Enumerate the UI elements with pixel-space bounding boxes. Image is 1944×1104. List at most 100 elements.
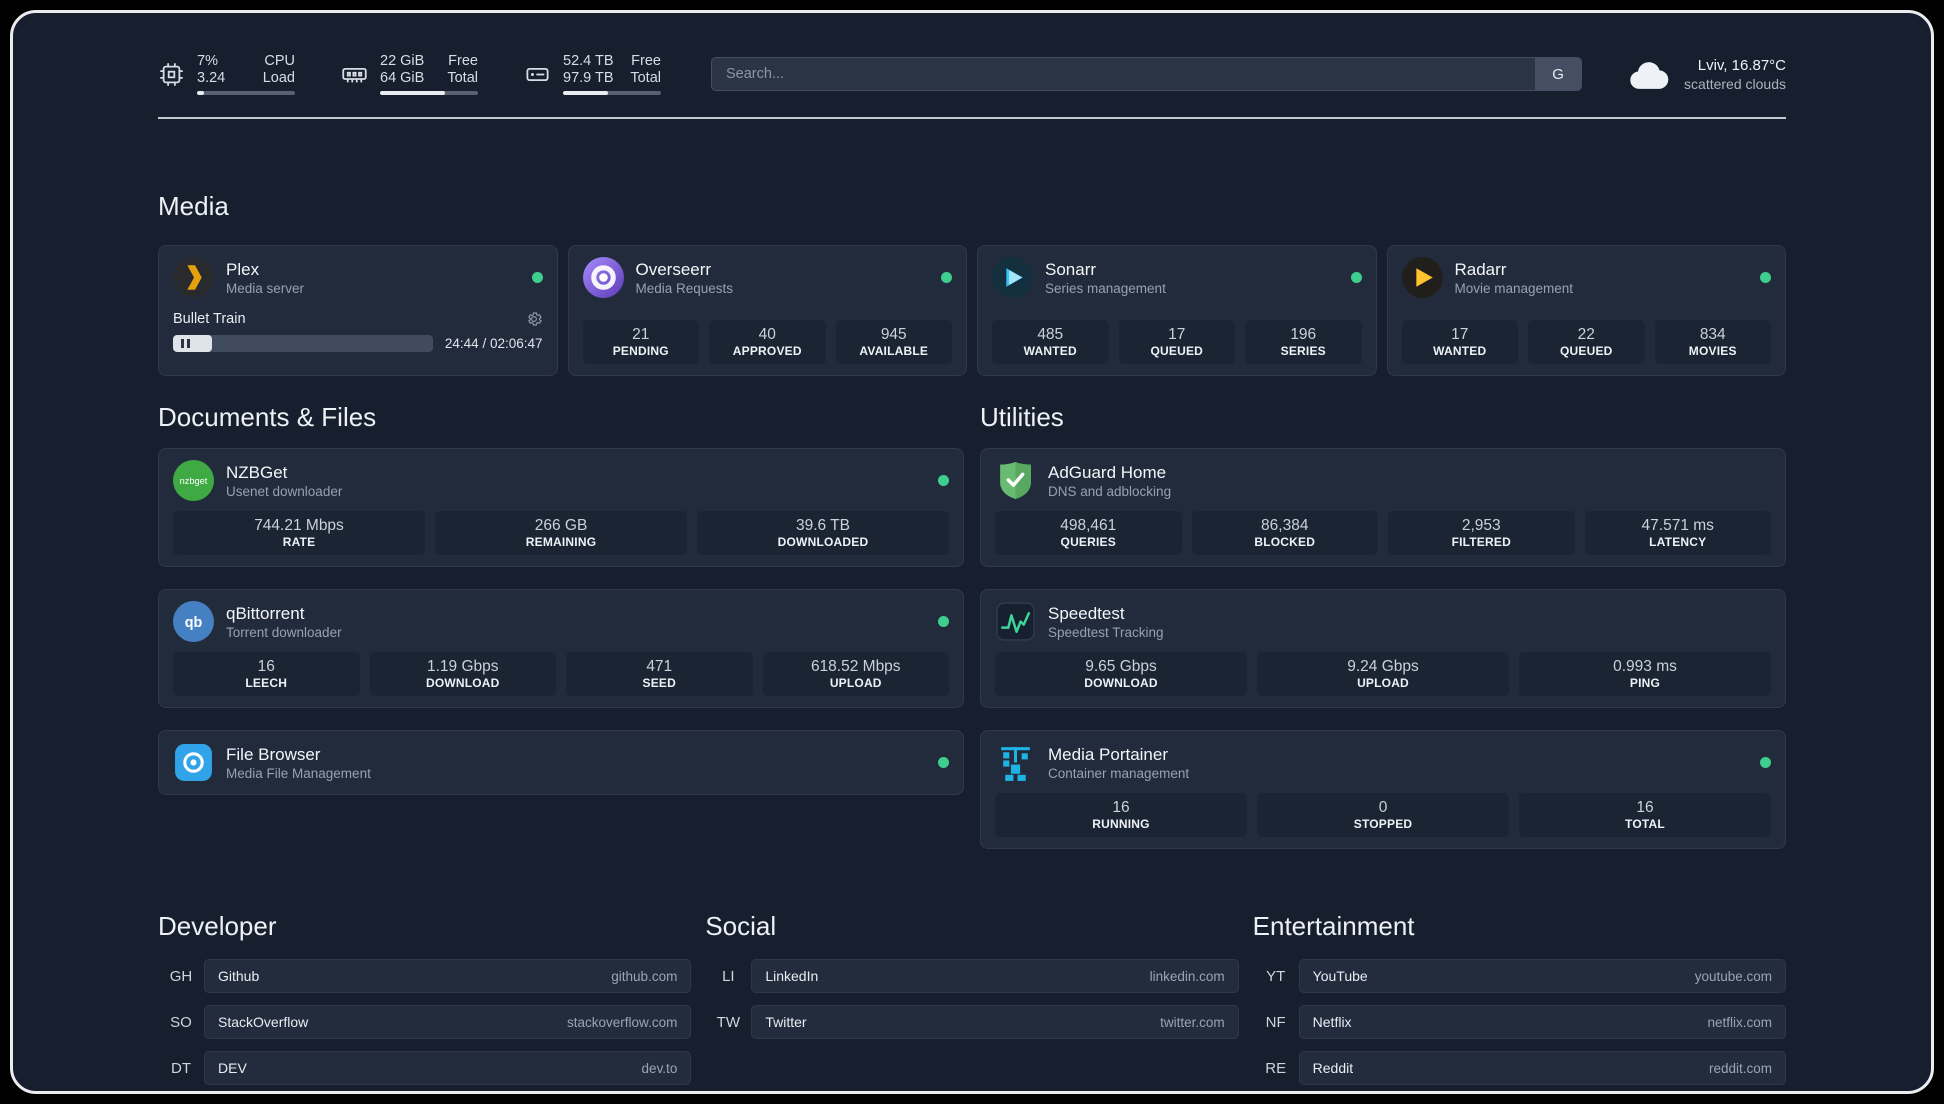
- bookmark-abbr: NF: [1265, 1013, 1286, 1031]
- stat-box: 0.993 ms PING: [1519, 652, 1771, 696]
- svg-text:qb: qb: [185, 615, 203, 631]
- service-description: Media Requests: [635, 280, 734, 296]
- service-card-adguard[interactable]: AdGuard Home DNS and adblocking 498,461 Q…: [980, 448, 1786, 567]
- bookmark-abbr: GH: [169, 967, 193, 985]
- stat-box: 39.6 TB DOWNLOADED: [697, 511, 949, 555]
- stat-box: 40 APPROVED: [709, 320, 826, 364]
- bookmark-row: TW Twitter twitter.com: [705, 1005, 1239, 1039]
- stat-box: 17 WANTED: [1401, 320, 1518, 364]
- cpu-label: CPU: [264, 53, 295, 69]
- service-card-speedtest[interactable]: Speedtest Speedtest Tracking 9.65 Gbps DO…: [980, 589, 1786, 708]
- bookmark-link-stackoverflow[interactable]: StackOverflow stackoverflow.com: [204, 1005, 692, 1039]
- section-title-social: Social: [705, 911, 777, 941]
- now-playing-title: Bullet Train: [173, 311, 246, 327]
- stat-box: 834 MOVIES: [1654, 320, 1771, 364]
- memory-widget: 22 GiB Free 64 GiB Total: [341, 53, 478, 95]
- playback-time: 24:44 / 02:06:47: [444, 336, 543, 351]
- nzbget-icon: nzbget: [173, 460, 214, 501]
- bookmark-abbr: SO: [170, 1013, 192, 1031]
- search-input[interactable]: [712, 58, 1536, 90]
- bookmark-link-github[interactable]: Github github.com: [204, 959, 692, 993]
- top-bar: 7% CPU 3.24 Load 22 GiB Free 64 GiB Total 52…: [158, 13, 1786, 95]
- stat-box: 196 SERIES: [1245, 320, 1362, 364]
- hdd-icon: [524, 61, 551, 88]
- status-indicator: [1350, 272, 1362, 283]
- bookmark-link-netflix[interactable]: Netflix netflix.com: [1298, 1005, 1786, 1039]
- stat-box: 9.65 Gbps DOWNLOAD: [995, 652, 1247, 696]
- playback-progress-bar[interactable]: [173, 335, 433, 352]
- service-card-overseerr[interactable]: Overseerr Media Requests 21 PENDING 40 APP…: [567, 245, 967, 376]
- service-name: NZBGet: [226, 462, 288, 482]
- service-description: Speedtest Tracking: [1048, 624, 1164, 640]
- portainer-icon: [995, 742, 1036, 783]
- service-card-plex[interactable]: Plex Media server Bullet Train 24:44 / 0…: [158, 245, 558, 376]
- bookmark-link-linkedin[interactable]: LinkedIn linkedin.com: [751, 959, 1239, 993]
- memory-total: 64 GiB: [380, 70, 425, 86]
- media-card-grid: Plex Media server Bullet Train 24:44 / 0…: [158, 245, 1786, 376]
- cpu-load: 3.24: [197, 70, 226, 86]
- radarr-icon: [1401, 257, 1443, 298]
- stat-box: 17 QUEUED: [1118, 320, 1235, 364]
- section-title-utilities: Utilities: [980, 402, 1064, 432]
- stat-box: 471 SEED: [566, 652, 753, 696]
- bookmark-link-youtube[interactable]: YouTube youtube.com: [1298, 959, 1786, 993]
- weather-widget: Lviv, 16.87°C scattered clouds: [1628, 56, 1786, 93]
- search-bar: G: [711, 57, 1583, 91]
- service-name: qBittorrent: [226, 603, 305, 623]
- service-card-radarr[interactable]: Radarr Movie management 17 WANTED 22 QUEUE…: [1386, 245, 1786, 376]
- bookmark-link-reddit[interactable]: Reddit reddit.com: [1298, 1051, 1786, 1085]
- cpu-chip-icon: [158, 61, 185, 88]
- filebrowser-icon: [173, 742, 214, 783]
- memory-progress-bar: [380, 91, 478, 95]
- stat-box: 744.21 Mbps RATE: [173, 511, 425, 555]
- memory-progress-fill: [380, 91, 445, 95]
- disk-progress-fill: [563, 91, 609, 95]
- bookmark-row: NF Netflix netflix.com: [1253, 1005, 1786, 1039]
- social-column: Social LI LinkedIn linkedin.com TW Twitte…: [705, 911, 1239, 1039]
- developer-column: Developer GH Github github.com SO StackOv…: [158, 911, 692, 1085]
- bookmark-abbr: RE: [1265, 1059, 1287, 1077]
- service-name: Radarr: [1454, 259, 1507, 279]
- service-card-nzbget[interactable]: nzbget NZBGet Usenet downloader 744.21 M…: [158, 448, 964, 567]
- stat-box: 618.52 Mbps UPLOAD: [762, 652, 949, 696]
- service-description: Usenet downloader: [226, 483, 343, 499]
- status-indicator: [1760, 757, 1771, 768]
- section-title-developer: Developer: [158, 911, 277, 941]
- service-card-qbittorrent[interactable]: qb qBittorrent Torrent downloader 16 LEEC…: [158, 589, 964, 708]
- stat-box: 47.571 ms LATENCY: [1584, 511, 1771, 555]
- section-title-media: Media: [158, 191, 229, 221]
- overseerr-icon: [582, 257, 624, 298]
- service-card-sonarr[interactable]: Sonarr Series management 485 WANTED 17 QUE…: [977, 245, 1377, 376]
- settings-gear-icon[interactable]: [525, 310, 543, 328]
- bookmark-link-twitter[interactable]: Twitter twitter.com: [751, 1005, 1239, 1039]
- cpu-load-label: Load: [262, 70, 295, 86]
- service-name: Media Portainer: [1048, 744, 1169, 764]
- memory-free: 22 GiB: [380, 53, 425, 69]
- status-indicator: [938, 475, 949, 486]
- status-indicator: [941, 272, 952, 283]
- pause-icon: [181, 339, 184, 348]
- cpu-progress-bar: [197, 91, 295, 95]
- service-name: Sonarr: [1045, 259, 1097, 279]
- service-description: Torrent downloader: [226, 624, 342, 640]
- disk-widget: 52.4 TB Free 97.9 TB Total: [524, 53, 661, 95]
- disk-total-label: Total: [630, 70, 661, 86]
- ram-icon: [341, 61, 368, 88]
- entertainment-column: Entertainment YT YouTube youtube.com NF N…: [1253, 911, 1786, 1085]
- disk-total: 97.9 TB: [563, 70, 614, 86]
- bookmark-row: DT DEV dev.to: [158, 1051, 692, 1085]
- service-card-filebrowser[interactable]: File Browser Media File Management: [158, 730, 964, 795]
- stat-box: 86,384 BLOCKED: [1191, 511, 1378, 555]
- svg-text:nzbget: nzbget: [180, 476, 208, 486]
- service-description: DNS and adblocking: [1048, 483, 1172, 499]
- stat-box: 16 RUNNING: [995, 793, 1247, 837]
- sonarr-icon: [992, 257, 1033, 298]
- header-divider: [158, 117, 1786, 119]
- service-card-portainer[interactable]: Media Portainer Container management 16 R…: [980, 730, 1786, 849]
- playback-progress-fill: [173, 335, 212, 352]
- bookmark-link-dev[interactable]: DEV dev.to: [204, 1051, 692, 1085]
- search-provider-button[interactable]: G: [1535, 58, 1582, 90]
- service-name: File Browser: [226, 744, 321, 764]
- service-description: Media server: [226, 280, 305, 296]
- section-title-documents: Documents & Files: [158, 402, 377, 432]
